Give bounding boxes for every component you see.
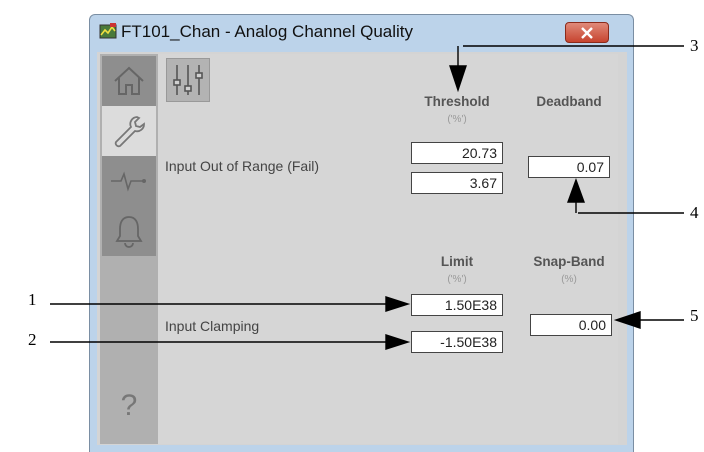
callout-4-arrowhead: [567, 177, 585, 203]
callout-5-arrowhead: [613, 311, 641, 329]
callout-3-arrowhead: [449, 65, 467, 93]
callout-arrows: [50, 45, 684, 350]
callout-1-arrowhead: [385, 296, 411, 312]
callout-2-arrowhead: [385, 334, 411, 350]
callout-2: 2: [28, 330, 37, 349]
callout-5: 5: [690, 306, 699, 325]
callout-3: 3: [690, 36, 699, 55]
callout-1: 1: [28, 290, 37, 309]
callout-4: 4: [690, 203, 699, 222]
